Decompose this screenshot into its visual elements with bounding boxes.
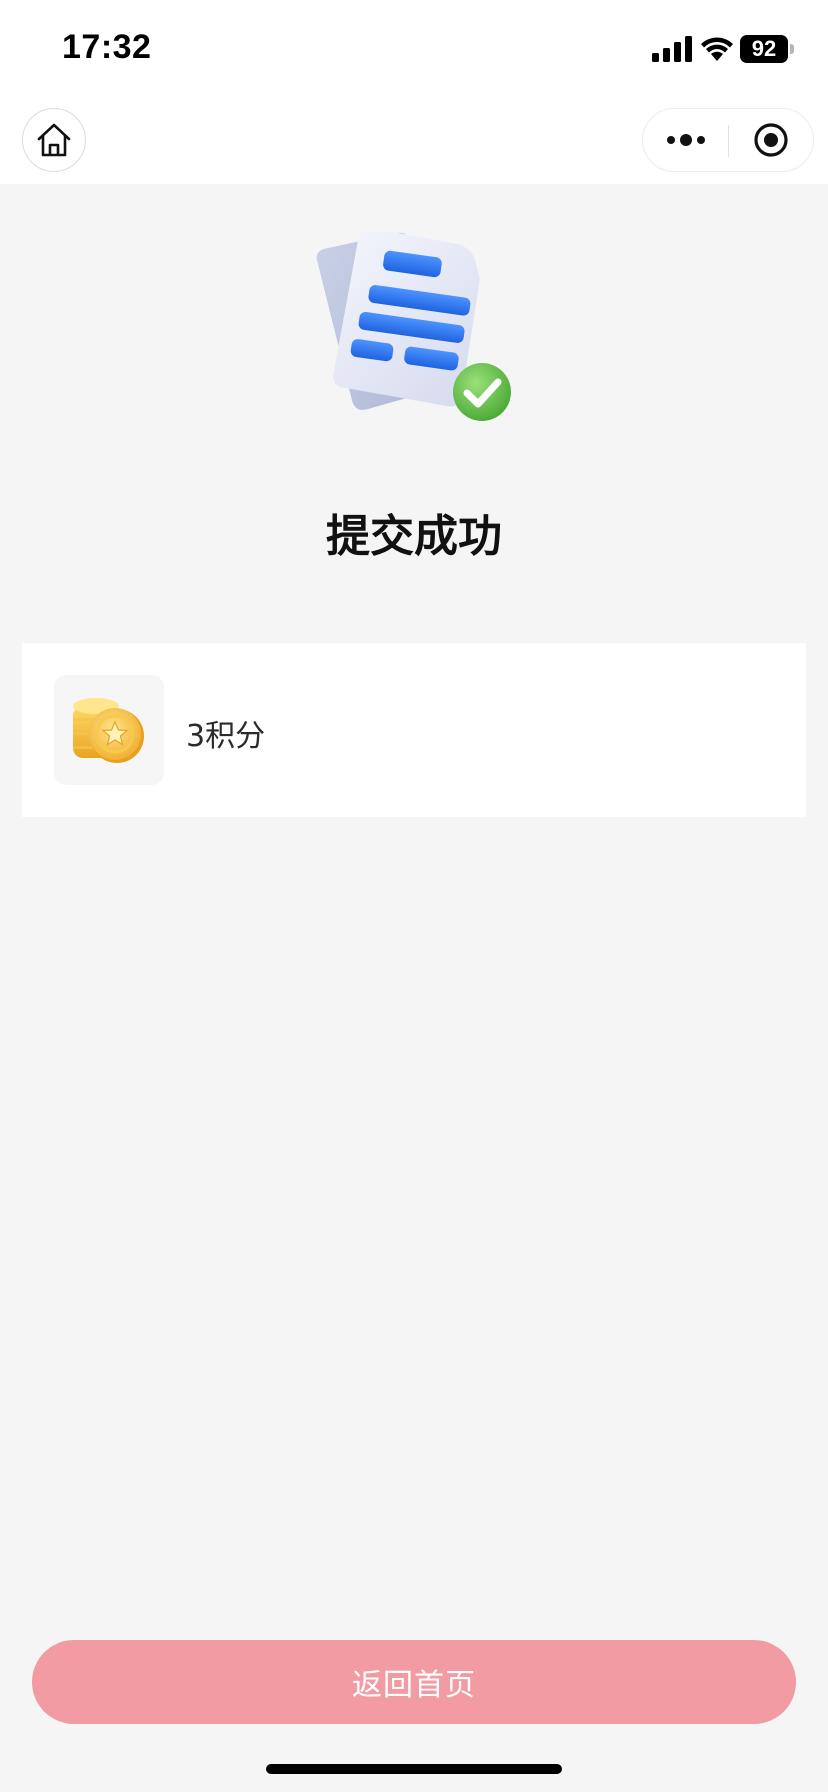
signal-icon: [652, 36, 692, 62]
document-check-icon: [316, 232, 511, 421]
more-dots-icon: [666, 134, 705, 146]
return-home-button[interactable]: 返回首页: [32, 1640, 796, 1724]
page-title: 提交成功: [326, 511, 502, 562]
home-indicator: [266, 1764, 562, 1774]
close-target-icon: [754, 123, 788, 157]
status-bar: 17:32 92: [0, 0, 828, 96]
nav-bar: [0, 96, 828, 184]
coin-icon-box: [54, 675, 164, 785]
capsule-menu: [642, 108, 814, 172]
close-button[interactable]: [729, 109, 813, 171]
more-button[interactable]: [643, 109, 728, 171]
reward-card: 3积分: [22, 643, 806, 817]
wifi-icon: [701, 37, 733, 61]
home-button[interactable]: [22, 108, 86, 172]
status-time: 17:32: [62, 28, 152, 66]
battery-cap: [790, 44, 794, 54]
reward-points-text: 3积分: [186, 719, 266, 754]
battery-icon: 92: [740, 35, 788, 63]
home-icon: [37, 123, 71, 157]
gold-coins-icon: [73, 698, 144, 763]
